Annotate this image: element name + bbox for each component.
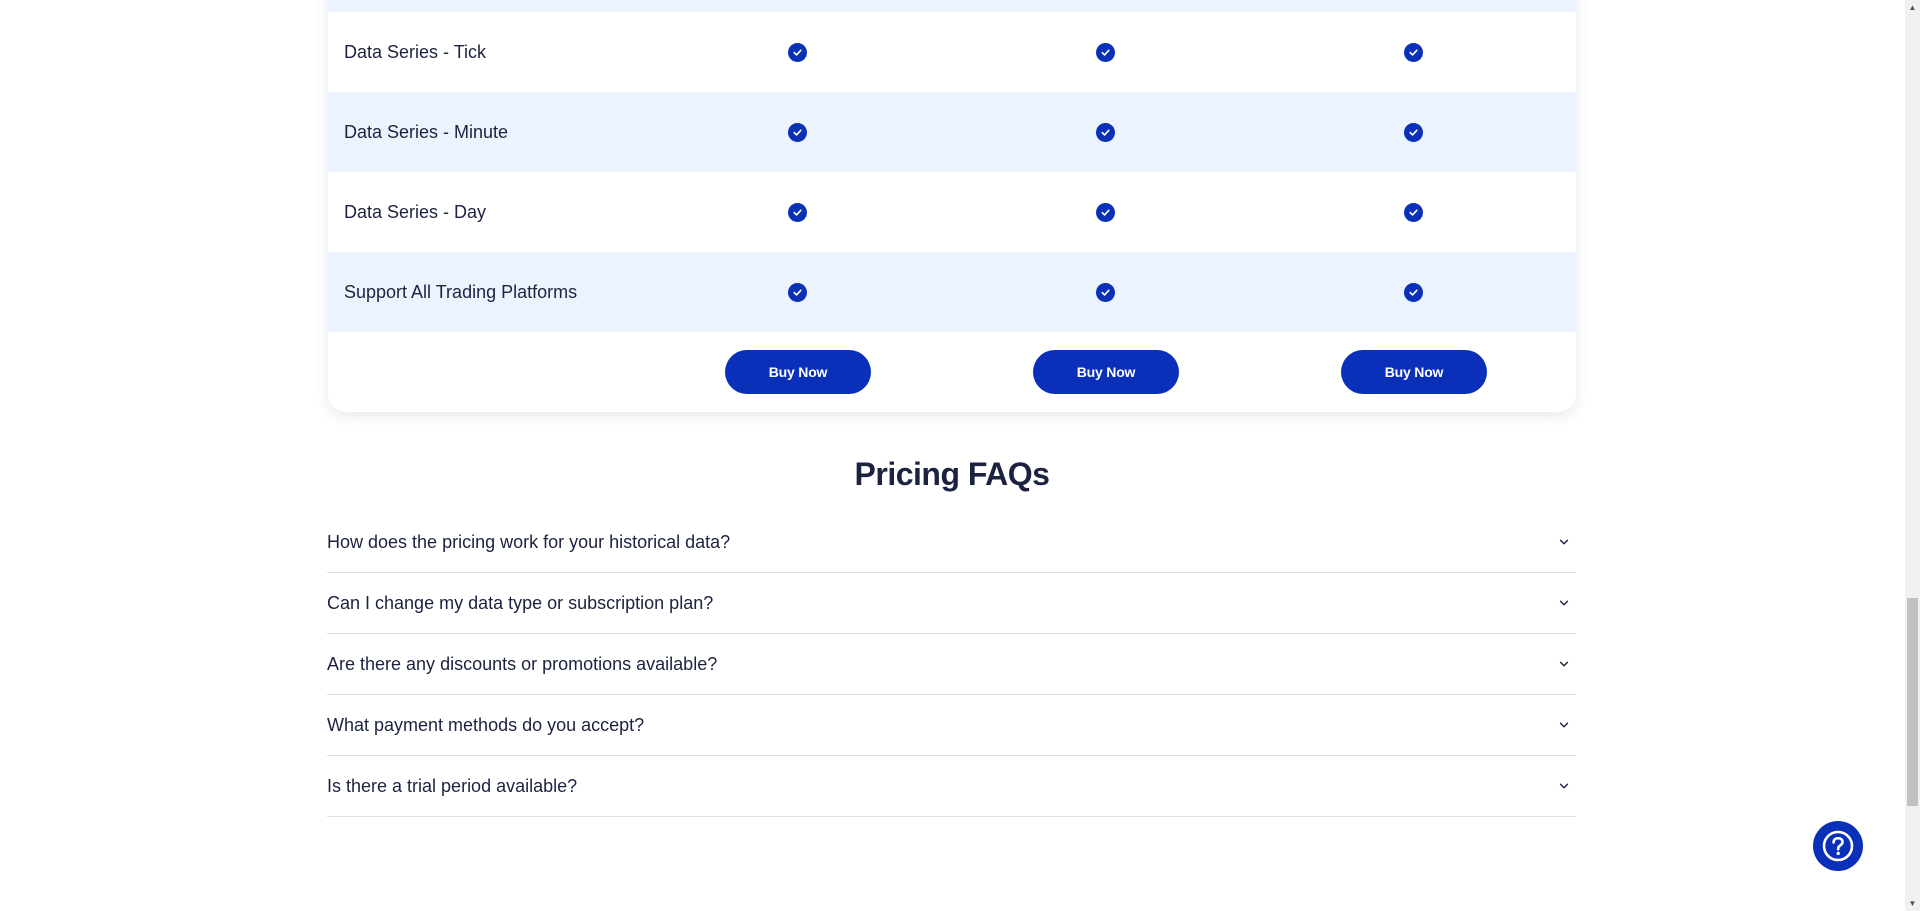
faq-question: Are there any discounts or promotions av… (327, 653, 718, 674)
help-button[interactable] (1813, 821, 1863, 871)
scroll-up-arrow-icon[interactable]: ▲ (1905, 0, 1920, 15)
scroll-down-arrow-icon[interactable]: ▼ (1905, 896, 1920, 911)
table-row-partial (328, 0, 1576, 12)
check-circle-icon (1404, 43, 1423, 62)
check-circle-icon (788, 43, 807, 62)
faq-item[interactable]: Can I change my data type or subscriptio… (327, 573, 1576, 634)
faq-question: Is there a trial period available? (327, 775, 578, 796)
buy-now-button[interactable]: Buy Now (1341, 350, 1487, 394)
faq-item[interactable]: How does the pricing work for your histo… (327, 512, 1576, 573)
feature-label: Support All Trading Platforms (344, 281, 578, 302)
check-circle-icon (788, 203, 807, 222)
feature-label: Data Series - Tick (344, 41, 487, 62)
pricing-comparison-table: Data Series - Tick Data Series - Minute … (328, 0, 1576, 412)
faq-question: How does the pricing work for your histo… (327, 531, 731, 552)
table-row: Support All Trading Platforms (328, 252, 1576, 332)
check-circle-icon (1096, 283, 1115, 302)
feature-label: Data Series - Minute (344, 121, 509, 142)
faq-item[interactable]: What payment methods do you accept? (327, 695, 1576, 756)
faq-question: Can I change my data type or subscriptio… (327, 592, 714, 613)
faq-list: How does the pricing work for your histo… (327, 512, 1576, 817)
page: Data Series - Tick Data Series - Minute … (0, 0, 1920, 911)
faq-title: Pricing FAQs (854, 456, 1050, 492)
question-mark-icon (1822, 830, 1854, 862)
chevron-down-icon (1559, 600, 1569, 606)
check-circle-icon (1404, 283, 1423, 302)
check-circle-icon (1096, 123, 1115, 142)
table-row: Data Series - Tick (328, 12, 1576, 92)
check-circle-icon (788, 283, 807, 302)
faq-question: What payment methods do you accept? (327, 714, 645, 735)
faq-item[interactable]: Are there any discounts or promotions av… (327, 634, 1576, 695)
feature-label: Data Series - Day (344, 201, 487, 222)
chevron-down-icon (1559, 539, 1569, 545)
check-circle-icon (1096, 43, 1115, 62)
vertical-scrollbar[interactable]: ▲ ▼ (1905, 0, 1920, 911)
check-circle-icon (1096, 203, 1115, 222)
buy-now-button[interactable]: Buy Now (1033, 350, 1179, 394)
table-row: Data Series - Minute (328, 92, 1576, 172)
chevron-down-icon (1559, 722, 1569, 728)
check-circle-icon (788, 123, 807, 142)
check-circle-icon (1404, 123, 1423, 142)
chevron-down-icon (1559, 661, 1569, 667)
chevron-down-icon (1559, 783, 1569, 789)
buy-now-button[interactable]: Buy Now (725, 350, 871, 394)
scrollbar-thumb[interactable] (1907, 598, 1918, 806)
check-circle-icon (1404, 203, 1423, 222)
faq-item[interactable]: Is there a trial period available? (327, 756, 1576, 817)
table-row: Data Series - Day (328, 172, 1576, 252)
